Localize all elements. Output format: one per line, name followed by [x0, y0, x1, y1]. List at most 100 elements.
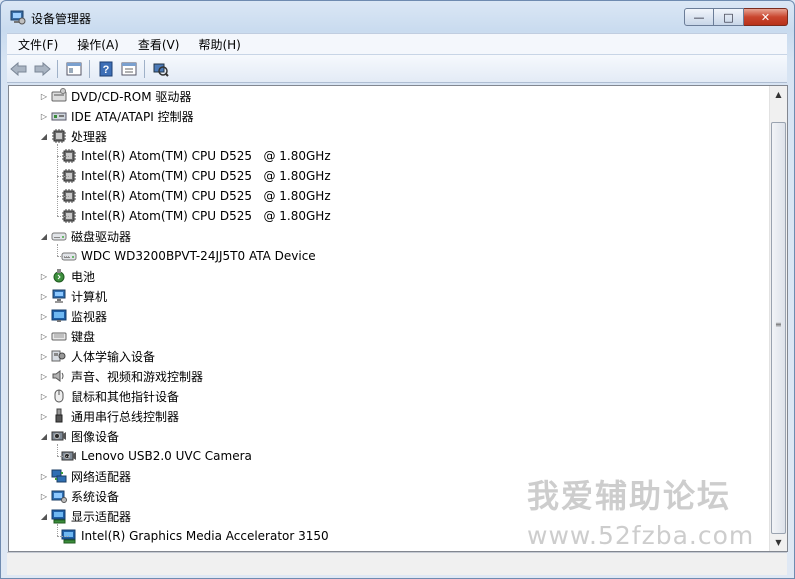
- tree-connector-line: [57, 176, 69, 177]
- tree-connector-line: [57, 444, 58, 456]
- collapsed-arrow-icon[interactable]: ▷: [39, 392, 49, 401]
- tree-device-row[interactable]: Intel(R) Atom(TM) CPU D525 @ 1.80GHz: [59, 206, 331, 226]
- tree-item-label: Intel(R) Atom(TM) CPU D525 @ 1.80GHz: [81, 189, 331, 203]
- minimize-button[interactable]: —: [684, 8, 714, 26]
- tree-item-label: Intel(R) Atom(TM) CPU D525 @ 1.80GHz: [81, 149, 331, 163]
- processor-icon: [52, 129, 66, 143]
- keyboard-icon: [51, 332, 67, 341]
- tree-category-row[interactable]: ▷ DVD/CD-ROM 驱动器: [39, 86, 191, 106]
- display-adapter-icon: [51, 509, 66, 524]
- watermark: 我爱辅助论坛 www.52fzba.com: [527, 471, 754, 550]
- tree-item-label: 显示适配器: [71, 509, 132, 524]
- tree-item-label: Intel(R) Atom(TM) CPU D525 @ 1.80GHz: [81, 169, 331, 183]
- scan-hardware-button[interactable]: [150, 58, 172, 80]
- tree-category-row[interactable]: ▷ 人体学输入设备: [39, 346, 155, 366]
- tree-category-row[interactable]: ▷ 键盘: [39, 326, 95, 346]
- back-button[interactable]: [8, 58, 30, 80]
- tree-category-row[interactable]: ▷ 通用串行总线控制器: [39, 406, 179, 426]
- collapsed-arrow-icon[interactable]: ▷: [39, 112, 49, 121]
- scroll-thumb[interactable]: ≡: [771, 122, 786, 534]
- tree-item-label: 网络适配器: [71, 469, 132, 484]
- menu-action[interactable]: 操作(A): [66, 36, 127, 53]
- expanded-arrow-icon[interactable]: ◢: [39, 512, 49, 521]
- scroll-grip-icon: ≡: [775, 320, 782, 329]
- forward-icon: [34, 61, 51, 76]
- tree-category-row[interactable]: ▷ 系统设备: [39, 486, 119, 506]
- tree-item-label: 监视器: [71, 309, 108, 324]
- tree-category-row[interactable]: ▷ IDE ATA/ATAPI 控制器: [39, 106, 194, 126]
- scan-hardware-icon: [153, 63, 169, 77]
- tree-device-row[interactable]: Intel(R) Atom(TM) CPU D525 @ 1.80GHz: [59, 186, 331, 206]
- monitor-icon: [51, 309, 67, 322]
- tree-item-label: 鼠标和其他指针设备: [71, 389, 180, 404]
- collapsed-arrow-icon[interactable]: ▷: [39, 292, 49, 301]
- ide-controller-icon: [51, 112, 67, 121]
- collapsed-arrow-icon[interactable]: ▷: [39, 372, 49, 381]
- watermark-url: www.52fzba.com: [527, 521, 755, 550]
- collapsed-arrow-icon[interactable]: ▷: [39, 412, 49, 421]
- forward-button[interactable]: [31, 58, 53, 80]
- collapsed-arrow-icon[interactable]: ▷: [39, 472, 49, 481]
- properties-icon: [121, 62, 137, 75]
- toolbar: ?: [7, 54, 787, 83]
- scroll-up-button[interactable]: ▲: [770, 86, 787, 103]
- expanded-arrow-icon[interactable]: ◢: [39, 132, 49, 141]
- collapsed-arrow-icon[interactable]: ▷: [39, 332, 49, 341]
- camera-icon: [51, 431, 66, 441]
- device-manager-window: 设备管理器 — □ ✕ 文件(F) 操作(A) 查看(V) 帮助(H) ? ▷ …: [0, 0, 795, 579]
- tree-category-row[interactable]: ▷ 网络适配器: [39, 466, 131, 486]
- expanded-arrow-icon[interactable]: ◢: [39, 232, 49, 241]
- collapsed-arrow-icon[interactable]: ▷: [39, 272, 49, 281]
- expanded-arrow-icon[interactable]: ◢: [39, 432, 49, 441]
- tree-device-row[interactable]: Lenovo USB2.0 UVC Camera: [59, 446, 252, 466]
- vertical-scrollbar[interactable]: ▲ ≡ ▼: [769, 86, 787, 551]
- tree-item-label: 电池: [71, 269, 96, 284]
- tree-connector-line: [57, 216, 69, 217]
- show-hide-tree-icon: [66, 62, 82, 75]
- tree-item-label: 系统设备: [71, 489, 120, 504]
- tree-category-row[interactable]: ◢ 磁盘驱动器: [39, 226, 131, 246]
- menu-file[interactable]: 文件(F): [7, 36, 66, 53]
- device-manager-icon: [10, 10, 26, 25]
- tree-device-row[interactable]: Intel(R) Graphics Media Accelerator 3150: [59, 526, 329, 546]
- tree-item-label: Intel(R) Graphics Media Accelerator 3150: [81, 529, 329, 543]
- tree-device-row[interactable]: Intel(R) Atom(TM) CPU D525 @ 1.80GHz: [59, 166, 331, 186]
- tree-connector-line: [57, 256, 69, 257]
- computer-icon: [52, 289, 66, 303]
- mouse-icon: [54, 389, 64, 403]
- tree-item-label: 图像设备: [71, 429, 120, 444]
- dvd-drive-icon: [51, 88, 67, 102]
- tree-category-row[interactable]: ▷ 声音、视频和游戏控制器: [39, 366, 203, 386]
- scroll-down-button[interactable]: ▼: [770, 534, 787, 551]
- collapsed-arrow-icon[interactable]: ▷: [39, 92, 49, 101]
- toolbar-separator: [144, 59, 145, 78]
- caption-buttons: — □ ✕: [684, 8, 788, 28]
- help-button[interactable]: ?: [95, 58, 117, 80]
- tree-category-row[interactable]: ▷ 监视器: [39, 306, 107, 326]
- menu-view[interactable]: 查看(V): [127, 36, 188, 53]
- tree-category-row[interactable]: ▷ 鼠标和其他指针设备: [39, 386, 179, 406]
- tree-device-row[interactable]: Intel(R) Atom(TM) CPU D525 @ 1.80GHz: [59, 146, 331, 166]
- collapsed-arrow-icon[interactable]: ▷: [39, 312, 49, 321]
- tree-category-row[interactable]: ▷ 电池: [39, 266, 95, 286]
- tree-connector-line: [57, 536, 69, 537]
- tree-connector-line: [57, 524, 58, 536]
- show-hide-tree-button[interactable]: [63, 58, 85, 80]
- collapsed-arrow-icon[interactable]: ▷: [39, 352, 49, 361]
- back-icon: [10, 61, 27, 76]
- properties-button[interactable]: [118, 58, 140, 80]
- tree-category-row[interactable]: ◢ 处理器: [39, 126, 107, 146]
- tree-item-label: 磁盘驱动器: [71, 229, 132, 244]
- help-icon: ?: [99, 61, 113, 76]
- title-bar[interactable]: 设备管理器 — □ ✕: [1, 1, 794, 33]
- tree-category-row[interactable]: ◢ 显示适配器: [39, 506, 131, 526]
- tree-category-row[interactable]: ▷ 计算机: [39, 286, 107, 306]
- tree-connector-line: [57, 156, 69, 157]
- tree-device-row[interactable]: WDC WD3200BPVT-24JJ5T0 ATA Device: [59, 246, 316, 266]
- close-button[interactable]: ✕: [744, 8, 788, 26]
- menu-bar: 文件(F) 操作(A) 查看(V) 帮助(H): [7, 33, 787, 54]
- menu-help[interactable]: 帮助(H): [187, 36, 248, 53]
- tree-category-row[interactable]: ◢ 图像设备: [39, 426, 119, 446]
- collapsed-arrow-icon[interactable]: ▷: [39, 492, 49, 501]
- maximize-button[interactable]: □: [714, 8, 744, 26]
